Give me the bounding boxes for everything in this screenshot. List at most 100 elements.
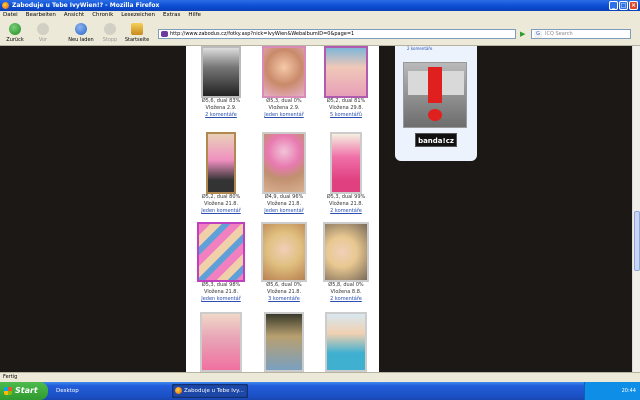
- window-title-bar[interactable]: Zaboduje u Tebe IvyWien!? - Mozilla Fire…: [0, 0, 640, 11]
- photo-rating: Ø5,3, dual 99%: [326, 194, 366, 200]
- photo-thumbnail[interactable]: [262, 46, 306, 98]
- reload-button[interactable]: Neu laden: [68, 23, 94, 43]
- firefox-icon: [2, 2, 9, 9]
- gallery-item: [316, 312, 376, 372]
- photo-date: Vložena 21.8.: [266, 289, 302, 295]
- gallery-item: Ø5,3, dual 98% Vložena 21.8. Jeden komen…: [191, 222, 251, 303]
- photo-thumbnail[interactable]: [330, 132, 362, 194]
- photo-thumbnail[interactable]: [325, 312, 367, 372]
- gallery-item: Ø5,6, dual 83% Vložena 2.9. 2 komentáře: [191, 46, 251, 119]
- photo-date: Vložena 21.8.: [266, 201, 302, 207]
- url-text: http://www.zabodus.cz/fotky.asp?nick=Ivy…: [170, 31, 355, 37]
- photo-date: Vložena 21.8.: [203, 289, 239, 295]
- photo-thumbnail[interactable]: [261, 222, 307, 282]
- gallery-item: [191, 312, 251, 372]
- start-button[interactable]: Start: [0, 382, 48, 400]
- stop-button[interactable]: Stopp: [97, 23, 123, 43]
- windows-taskbar: Start Desktop Zaboduje u Tebe Ivy... 20:…: [0, 382, 640, 400]
- menu-chronik[interactable]: Chronik: [92, 11, 113, 20]
- gallery-item: Ø4,9, dual 96% Vložena 21.8. Jeden komen…: [254, 132, 314, 215]
- system-tray: 20:44: [584, 382, 640, 400]
- menu-bearbeiten[interactable]: Bearbeiten: [26, 11, 56, 20]
- photo-rating: Ø5,6, dual 0%: [266, 282, 302, 288]
- menu-bar: Datei Bearbeiten Ansicht Chronik Lesezei…: [0, 11, 640, 20]
- windows-logo-icon: [4, 387, 12, 395]
- photo-comments-link[interactable]: Jeden komentář: [254, 112, 314, 119]
- photo-rating: Ø4,9, dual 96%: [264, 194, 304, 200]
- go-arrow-icon[interactable]: ▶: [520, 29, 528, 39]
- banner-image[interactable]: [403, 62, 467, 128]
- photo-rating: Ø5,3, dual 0%: [266, 98, 302, 104]
- site-favicon: [161, 31, 168, 37]
- scrollbar-thumb[interactable]: [634, 211, 640, 271]
- menu-ansicht[interactable]: Ansicht: [64, 11, 84, 20]
- photo-date: Vložena 2.9.: [268, 105, 300, 111]
- gallery-item: Ø5,8, dual 0% Vložena 8.8. 2 komentáře: [316, 222, 376, 303]
- page-viewport: Ø5,6, dual 83% Vložena 2.9. 2 komentáře …: [0, 46, 632, 372]
- maximize-button[interactable]: □: [619, 1, 628, 10]
- gallery-item: Ø5,2, dual 81% Vložena 29.8. 5 komentářů: [316, 46, 376, 119]
- photo-thumbnail[interactable]: [324, 46, 368, 98]
- photo-comments-link[interactable]: 2 komentáře: [191, 112, 251, 119]
- taskbar-desktop-toolbar[interactable]: Desktop: [52, 384, 112, 398]
- gallery-item: Ø5,6, dual 0% Vložena 21.8. 3 komentáře: [254, 222, 314, 303]
- photo-comments-link[interactable]: 2 komentáře: [316, 208, 376, 215]
- status-text: Fertig: [3, 374, 18, 380]
- menu-lesezeichen[interactable]: Lesezeichen: [121, 11, 155, 20]
- page-scrollbar[interactable]: [632, 46, 640, 372]
- photo-date: Vložena 21.8.: [203, 201, 239, 207]
- photo-comments-link[interactable]: Jeden komentář: [191, 296, 251, 303]
- photo-gallery: Ø5,6, dual 83% Vložena 2.9. 2 komentáře …: [186, 46, 379, 372]
- search-placeholder: ICQ Search: [545, 31, 573, 37]
- photo-date: Vložena 8.8.: [330, 289, 362, 295]
- status-bar: Fertig: [0, 372, 640, 382]
- photo-rating: Ø5,2, dual 80%: [201, 194, 241, 200]
- photo-comments-link[interactable]: 3 komentáře: [254, 296, 314, 303]
- photo-rating: Ø5,6, dual 83%: [201, 98, 241, 104]
- photo-comments-link[interactable]: Jeden komentář: [254, 208, 314, 215]
- menu-extras[interactable]: Extras: [163, 11, 180, 20]
- close-button[interactable]: ×: [629, 1, 638, 10]
- photo-rating: Ø5,3, dual 98%: [201, 282, 241, 288]
- gallery-item: Ø5,3, dual 0% Vložena 2.9. Jeden komentá…: [254, 46, 314, 119]
- address-bar[interactable]: http://www.zabodus.cz/fotky.asp?nick=Ivy…: [158, 29, 516, 39]
- photo-thumbnail[interactable]: [323, 222, 369, 282]
- window-title: Zaboduje u Tebe IvyWien!? - Mozilla Fire…: [12, 2, 160, 9]
- photo-rating: Ø5,2, dual 81%: [326, 98, 366, 104]
- gallery-item: [254, 312, 314, 372]
- photo-thumbnail[interactable]: [200, 312, 242, 372]
- forward-button[interactable]: Vor: [30, 23, 56, 43]
- photo-thumbnail[interactable]: [201, 46, 241, 98]
- sidebar-comments-link[interactable]: 2 komentáře: [407, 46, 432, 51]
- forward-arrow-icon: [37, 23, 49, 35]
- photo-thumbnail[interactable]: [206, 132, 236, 194]
- photo-date: Vložena 21.8.: [328, 201, 364, 207]
- photo-thumbnail[interactable]: [264, 312, 304, 372]
- reload-icon: [75, 23, 87, 35]
- photo-rating: Ø5,8, dual 0%: [328, 282, 364, 288]
- gallery-item: Ø5,3, dual 99% Vložena 21.8. 2 komentáře: [316, 132, 376, 215]
- minimize-button[interactable]: _: [609, 1, 618, 10]
- photo-thumbnail[interactable]: [197, 222, 245, 282]
- clock: 20:44: [621, 388, 636, 394]
- search-input[interactable]: G ICQ Search: [531, 29, 631, 39]
- photo-comments-link[interactable]: Jeden komentář: [191, 208, 251, 215]
- photo-comments-link[interactable]: 2 komentáře: [316, 296, 376, 303]
- firefox-icon: [175, 387, 182, 394]
- search-engine-icon[interactable]: G: [534, 31, 542, 38]
- photo-comments-link[interactable]: 5 komentářů: [316, 112, 376, 119]
- back-button[interactable]: Zurück: [2, 23, 28, 43]
- back-arrow-icon: [9, 23, 21, 35]
- taskbar-firefox-window[interactable]: Zaboduje u Tebe Ivy...: [172, 384, 248, 398]
- menu-datei[interactable]: Datei: [3, 11, 18, 20]
- photo-thumbnail[interactable]: [262, 132, 306, 194]
- home-button[interactable]: Startseite: [124, 23, 150, 43]
- gallery-item: Ø5,2, dual 80% Vložena 21.8. Jeden komen…: [191, 132, 251, 215]
- home-icon: [131, 23, 143, 35]
- sidebar-panel: 2 komentáře banda!cz: [395, 46, 477, 161]
- banda-logo[interactable]: banda!cz: [415, 133, 457, 147]
- photo-date: Vložena 29.8.: [328, 105, 364, 111]
- exclamation-icon: [428, 67, 442, 103]
- exclamation-dot-icon: [428, 109, 442, 121]
- menu-hilfe[interactable]: Hilfe: [188, 11, 201, 20]
